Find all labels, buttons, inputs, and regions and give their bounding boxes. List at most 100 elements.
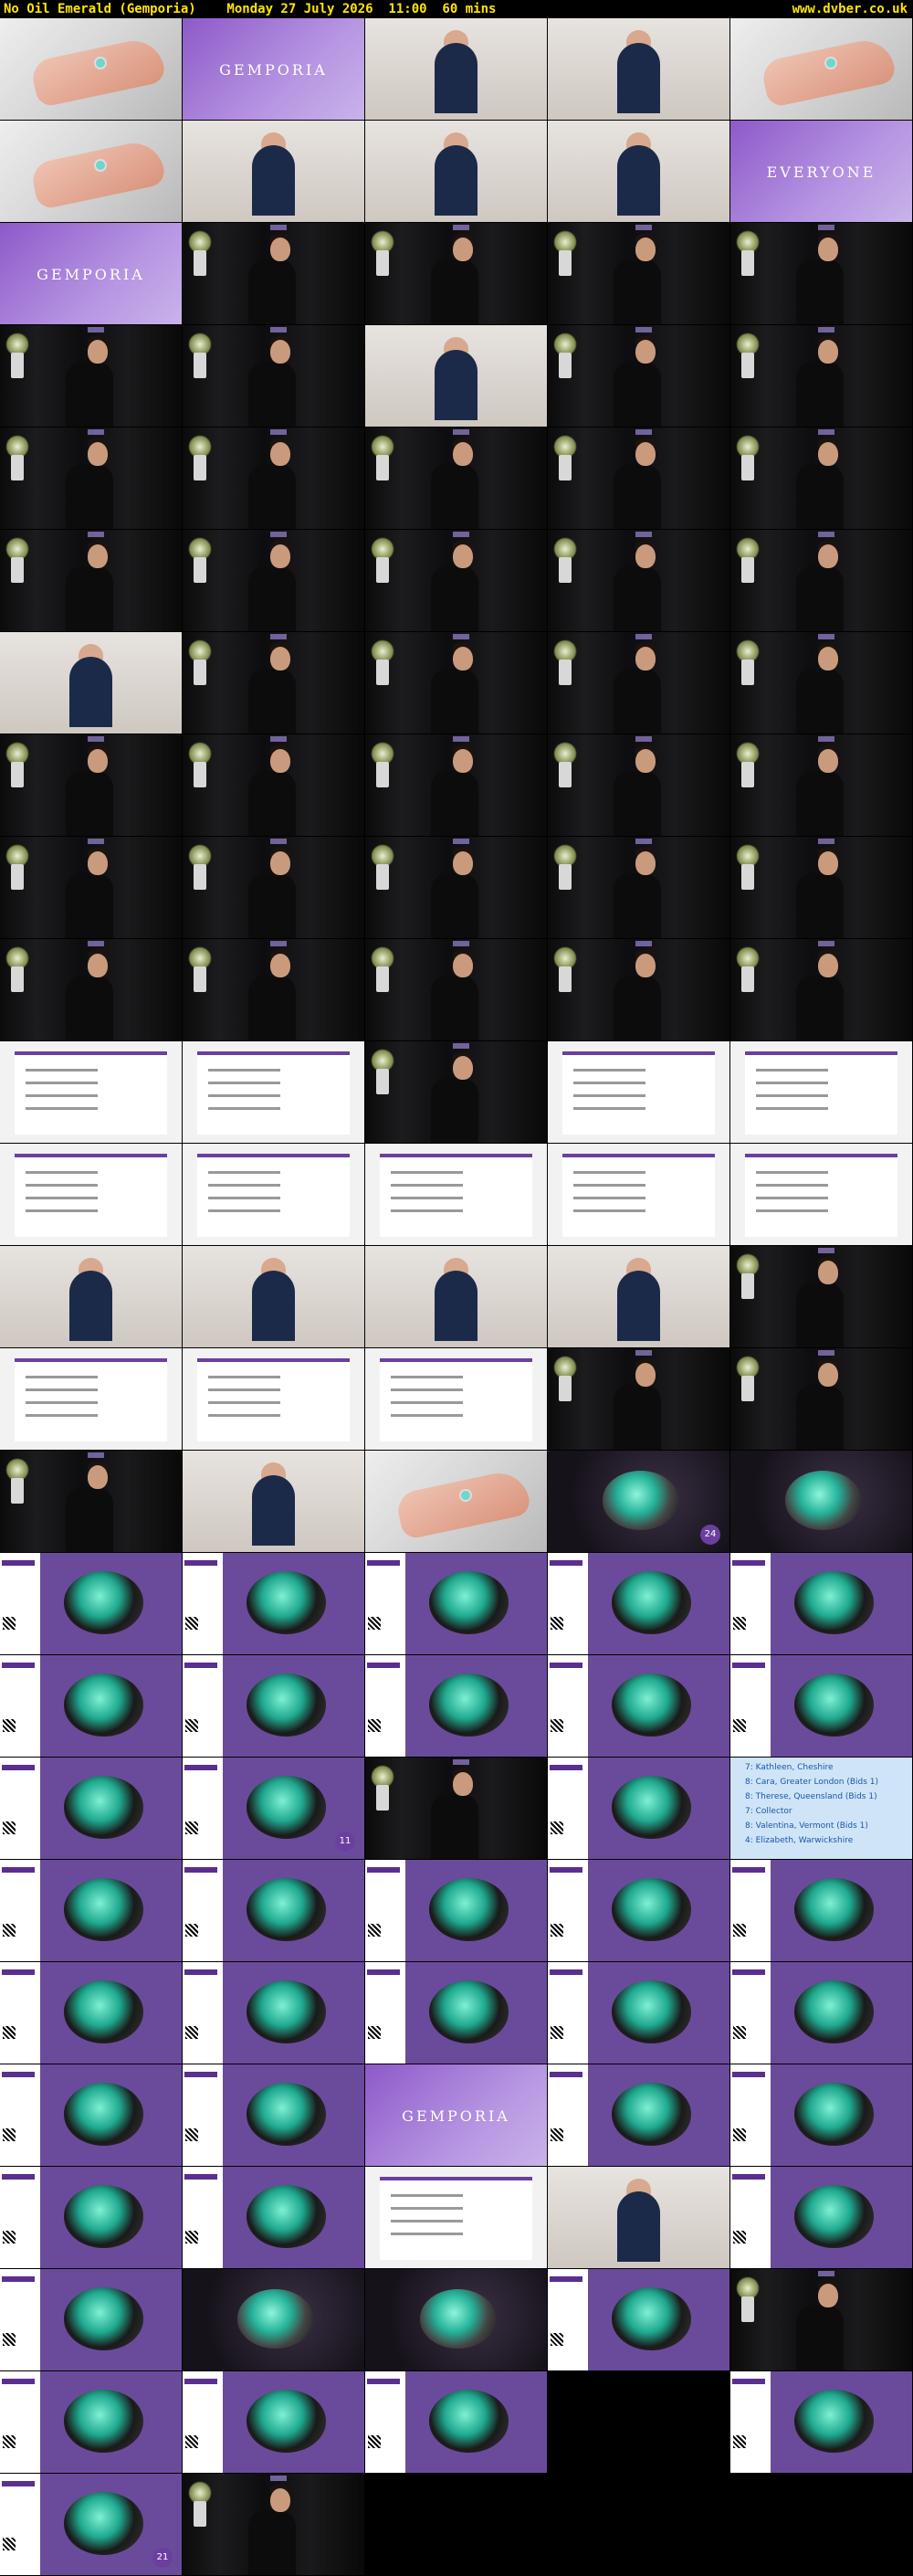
video-thumbnail[interactable] — [183, 1860, 365, 1962]
video-thumbnail[interactable] — [183, 734, 365, 837]
video-thumbnail[interactable] — [183, 1962, 365, 2064]
video-thumbnail[interactable] — [730, 428, 913, 530]
video-thumbnail[interactable] — [0, 325, 183, 428]
video-thumbnail[interactable] — [730, 2167, 913, 2269]
video-thumbnail[interactable] — [548, 1144, 730, 1246]
video-thumbnail[interactable] — [0, 1451, 183, 1553]
video-thumbnail[interactable] — [0, 939, 183, 1041]
video-thumbnail[interactable] — [730, 1553, 913, 1655]
video-thumbnail[interactable] — [0, 1962, 183, 2064]
video-thumbnail[interactable] — [730, 1860, 913, 1962]
video-thumbnail[interactable] — [730, 734, 913, 837]
video-thumbnail[interactable] — [548, 2064, 730, 2167]
video-thumbnail[interactable] — [730, 18, 913, 121]
video-thumbnail[interactable] — [730, 530, 913, 632]
video-thumbnail[interactable] — [730, 325, 913, 428]
video-thumbnail[interactable] — [0, 2167, 183, 2269]
video-thumbnail[interactable] — [730, 837, 913, 939]
video-thumbnail[interactable] — [548, 1962, 730, 2064]
video-thumbnail[interactable] — [548, 1758, 730, 1860]
video-thumbnail[interactable] — [730, 1962, 913, 2064]
video-thumbnail[interactable] — [365, 223, 548, 325]
video-thumbnail[interactable] — [183, 530, 365, 632]
video-thumbnail[interactable] — [0, 530, 183, 632]
video-thumbnail[interactable] — [365, 2167, 548, 2269]
video-thumbnail[interactable] — [183, 428, 365, 530]
video-thumbnail[interactable] — [730, 223, 913, 325]
video-thumbnail[interactable] — [183, 1144, 365, 1246]
video-thumbnail[interactable] — [0, 1144, 183, 1246]
video-thumbnail[interactable] — [365, 1860, 548, 1962]
video-thumbnail[interactable]: GEMPORIA — [183, 18, 365, 121]
video-thumbnail[interactable] — [365, 734, 548, 837]
video-thumbnail[interactable] — [183, 837, 365, 939]
video-thumbnail[interactable] — [0, 2371, 183, 2474]
video-thumbnail[interactable] — [548, 2167, 730, 2269]
video-thumbnail[interactable] — [183, 2167, 365, 2269]
video-thumbnail[interactable] — [183, 2474, 365, 2576]
video-thumbnail[interactable] — [0, 632, 183, 734]
video-thumbnail[interactable] — [548, 1655, 730, 1758]
video-thumbnail[interactable] — [183, 1655, 365, 1758]
video-thumbnail[interactable]: 21 — [0, 2474, 183, 2576]
video-thumbnail[interactable] — [365, 1655, 548, 1758]
video-thumbnail[interactable] — [365, 428, 548, 530]
video-thumbnail[interactable] — [548, 121, 730, 223]
video-thumbnail[interactable] — [548, 2269, 730, 2371]
video-thumbnail[interactable] — [0, 1553, 183, 1655]
video-thumbnail[interactable] — [365, 1451, 548, 1553]
video-thumbnail[interactable] — [548, 223, 730, 325]
video-thumbnail[interactable] — [548, 1246, 730, 1348]
video-thumbnail[interactable] — [548, 837, 730, 939]
video-thumbnail[interactable] — [0, 121, 183, 223]
video-thumbnail[interactable] — [548, 1860, 730, 1962]
video-thumbnail[interactable]: 7: Kathleen, Cheshire 8: Cara, Greater Lo… — [730, 1758, 913, 1860]
video-thumbnail[interactable] — [365, 325, 548, 428]
video-thumbnail[interactable] — [365, 1758, 548, 1860]
video-thumbnail[interactable] — [183, 1246, 365, 1348]
video-thumbnail[interactable] — [183, 632, 365, 734]
video-thumbnail[interactable]: GEMPORIA — [365, 2064, 548, 2167]
video-thumbnail[interactable]: GEMPORIA — [0, 223, 183, 325]
video-thumbnail[interactable] — [0, 1041, 183, 1144]
video-thumbnail[interactable] — [548, 1553, 730, 1655]
video-thumbnail[interactable] — [730, 1246, 913, 1348]
video-thumbnail[interactable] — [183, 325, 365, 428]
video-thumbnail[interactable] — [0, 2269, 183, 2371]
video-thumbnail[interactable] — [365, 632, 548, 734]
video-thumbnail[interactable] — [730, 1655, 913, 1758]
video-thumbnail[interactable] — [548, 939, 730, 1041]
video-thumbnail[interactable] — [183, 1041, 365, 1144]
video-thumbnail[interactable] — [365, 121, 548, 223]
video-thumbnail[interactable] — [183, 1451, 365, 1553]
video-thumbnail[interactable] — [0, 734, 183, 837]
video-thumbnail[interactable] — [183, 223, 365, 325]
video-thumbnail[interactable] — [365, 2269, 548, 2371]
video-thumbnail[interactable] — [730, 632, 913, 734]
video-thumbnail[interactable] — [730, 2064, 913, 2167]
video-thumbnail[interactable] — [548, 632, 730, 734]
video-thumbnail[interactable] — [365, 1962, 548, 2064]
video-thumbnail[interactable] — [548, 18, 730, 121]
video-thumbnail[interactable] — [365, 1144, 548, 1246]
video-thumbnail[interactable] — [548, 325, 730, 428]
video-thumbnail[interactable] — [365, 1246, 548, 1348]
video-thumbnail[interactable] — [183, 2064, 365, 2167]
video-thumbnail[interactable] — [365, 1348, 548, 1451]
video-thumbnail[interactable] — [183, 1348, 365, 1451]
video-thumbnail[interactable] — [183, 1553, 365, 1655]
video-thumbnail[interactable] — [730, 1041, 913, 1144]
video-thumbnail[interactable] — [0, 1758, 183, 1860]
video-thumbnail[interactable] — [0, 428, 183, 530]
video-thumbnail[interactable] — [0, 1860, 183, 1962]
video-thumbnail[interactable] — [730, 1451, 913, 1553]
video-thumbnail[interactable] — [0, 837, 183, 939]
video-thumbnail[interactable] — [730, 2269, 913, 2371]
video-thumbnail[interactable] — [548, 428, 730, 530]
video-thumbnail[interactable] — [730, 1144, 913, 1246]
video-thumbnail[interactable]: 24 — [548, 1451, 730, 1553]
video-thumbnail[interactable] — [548, 734, 730, 837]
video-thumbnail[interactable]: EVERYONE — [730, 121, 913, 223]
video-thumbnail[interactable] — [730, 2371, 913, 2474]
video-thumbnail[interactable] — [365, 1553, 548, 1655]
